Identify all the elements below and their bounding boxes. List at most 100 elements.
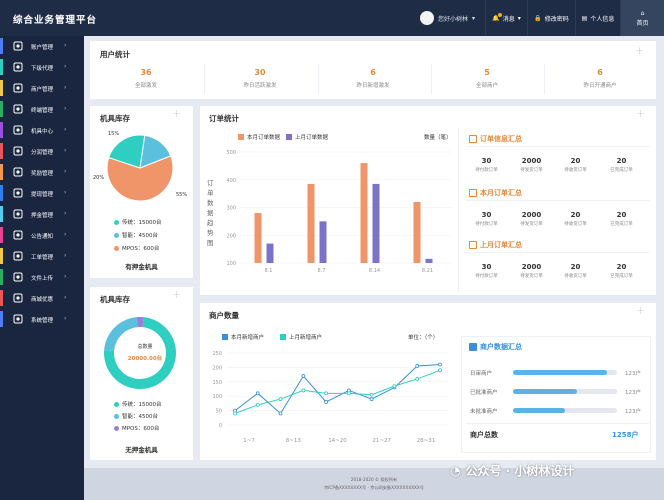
y-tick-label: 0 xyxy=(219,423,222,429)
legend-label: 传统：15000台 xyxy=(122,220,162,226)
profile-button[interactable]: ▤ 个人信息 xyxy=(575,0,620,36)
accent-bar xyxy=(0,269,3,285)
y-tick-label: 400 xyxy=(226,178,236,184)
sidebar-item[interactable]: 机具中心 › xyxy=(0,120,84,140)
merchant-row-value: 123户 xyxy=(625,409,641,415)
y-tick-label: 100 xyxy=(226,261,236,267)
sidebar: 账户管理 › 下级代理 › 商户管理 › 终端管理 › 机具中心 › 分润管理 › 奖励管理 › 提现管理 ›… xyxy=(0,36,84,500)
sidebar-item[interactable]: 押金管理 › xyxy=(0,204,84,224)
data-point xyxy=(233,411,237,416)
merchant-line-chart: 0 50 100 150 200 250 1~7 8~13 14~20 21~27 28~31 xyxy=(212,351,448,444)
sidebar-item-label: 终端管理 xyxy=(31,108,54,114)
series-line xyxy=(234,369,441,414)
donut-chart-no-deposit xyxy=(104,317,176,389)
merchant-total-value: 1258户 xyxy=(612,431,639,439)
stat-label: 全部商户 xyxy=(475,83,498,89)
card-title: 用户统计 xyxy=(100,50,130,59)
x-tick-label: 8~13 xyxy=(286,438,302,444)
summary-label: 待发货订单 xyxy=(520,168,543,173)
merchant-row-label: 已批准商户 xyxy=(470,390,498,396)
unit-label: 单位：（个） xyxy=(408,335,439,341)
summary-value: 20 xyxy=(570,211,581,219)
legend-item: MPOS：600台 xyxy=(114,424,159,432)
data-point xyxy=(324,400,329,404)
chevron-right-icon: › xyxy=(64,147,67,154)
change-password-button[interactable]: 🔒 修改密码 xyxy=(527,0,575,36)
sidebar-item[interactable]: 商城优惠 › xyxy=(0,288,84,308)
user-gear-icon xyxy=(13,41,23,51)
chevron-right-icon: › xyxy=(64,294,67,301)
progress-fill xyxy=(513,370,607,375)
terminal-icon xyxy=(13,104,23,114)
plus-icon[interactable]: + xyxy=(172,288,181,301)
stat-item: 6 昨日新增激发 xyxy=(319,68,427,89)
plus-icon[interactable]: + xyxy=(172,107,181,120)
summary-label: 已完成订单 xyxy=(610,168,633,173)
home-button[interactable]: ⌂ 首页 xyxy=(620,0,664,36)
sidebar-item[interactable]: 工单管理 › xyxy=(0,246,84,266)
notice-icon xyxy=(13,230,23,240)
accent-bar xyxy=(0,185,3,201)
unit-label: 数量（笔） xyxy=(424,135,452,141)
accent-bar xyxy=(0,59,3,75)
sidebar-item[interactable]: 公告通知 › xyxy=(0,225,84,245)
sidebar-item[interactable]: 系统管理 › xyxy=(0,309,84,329)
summary-value: 20 xyxy=(570,263,581,271)
divider xyxy=(466,146,650,147)
y-tick-label: 300 xyxy=(226,206,236,212)
card-footer: 无押金机具 xyxy=(125,446,158,454)
legend-label: MPOS：600台 xyxy=(122,246,160,252)
chevron-right-icon: › xyxy=(64,231,67,238)
sidebar-item[interactable]: 商户管理 › xyxy=(0,78,84,98)
order-bar-chart: 100 200 300 400 500 8.1 8.7 8.14 8.21 xyxy=(226,150,452,274)
y-tick-label: 200 xyxy=(226,233,236,239)
plus-icon[interactable]: + xyxy=(636,304,645,317)
legend-label: 智能：4500台 xyxy=(122,233,158,239)
y-tick-label: 100 xyxy=(212,394,222,400)
summary-value: 20 xyxy=(570,157,581,165)
merchant-row-value: 123户 xyxy=(625,390,641,396)
stat-value: 5 xyxy=(484,68,490,77)
sidebar-item[interactable]: 终端管理 › xyxy=(0,99,84,119)
y-tick-label: 200 xyxy=(212,365,222,371)
user-menu[interactable]: 您好小树林 ▾ xyxy=(420,10,475,26)
plus-icon[interactable]: + xyxy=(636,107,645,120)
stat-label: 昨日活跃激发 xyxy=(243,83,277,89)
summary-value: 30 xyxy=(481,211,492,219)
system-icon xyxy=(13,314,23,324)
plus-icon[interactable]: + xyxy=(635,44,644,57)
accent-bar xyxy=(0,143,3,159)
sidebar-item-label: 提现管理 xyxy=(31,192,54,198)
chevron-right-icon: › xyxy=(64,210,67,217)
progress-bar xyxy=(513,408,617,413)
summary-label: 待收货订单 xyxy=(564,222,587,227)
stat-label: 全部激发 xyxy=(134,83,157,89)
sidebar-item-label: 机具中心 xyxy=(31,129,54,135)
sidebar-item[interactable]: 下级代理 › xyxy=(0,57,84,77)
percent-label: 55% xyxy=(176,192,188,198)
sidebar-item[interactable]: 提现管理 › xyxy=(0,183,84,203)
donut-slice xyxy=(136,317,144,328)
data-point xyxy=(278,397,283,401)
accent-bar xyxy=(0,206,3,222)
sidebar-item[interactable]: 奖励管理 › xyxy=(0,162,84,182)
donut-center-value: 20000.00台 xyxy=(127,356,163,362)
chevron-down-icon: ▾ xyxy=(472,14,476,22)
avatar xyxy=(420,11,434,25)
data-point xyxy=(346,391,351,396)
summary-value: 2000 xyxy=(521,211,542,219)
sidebar-item-label: 工单管理 xyxy=(31,255,54,261)
sidebar-item[interactable]: 分润管理 › xyxy=(0,141,84,161)
stat-value: 36 xyxy=(140,68,152,77)
sidebar-item[interactable]: 文件上传 › xyxy=(0,267,84,287)
bar xyxy=(425,258,433,263)
divider xyxy=(458,128,459,292)
summary-value: 20 xyxy=(616,211,627,219)
notice-button[interactable]: 🔔 消息 ▾ xyxy=(485,0,527,36)
y-tick-label: 50 xyxy=(216,409,222,415)
legend-label: 传统：15000台 xyxy=(122,402,162,408)
legend-item: 上月新增商户 xyxy=(280,333,322,341)
data-point xyxy=(369,397,374,401)
sidebar-item[interactable]: 账户管理 › xyxy=(0,36,84,56)
chevron-right-icon: › xyxy=(64,168,67,175)
